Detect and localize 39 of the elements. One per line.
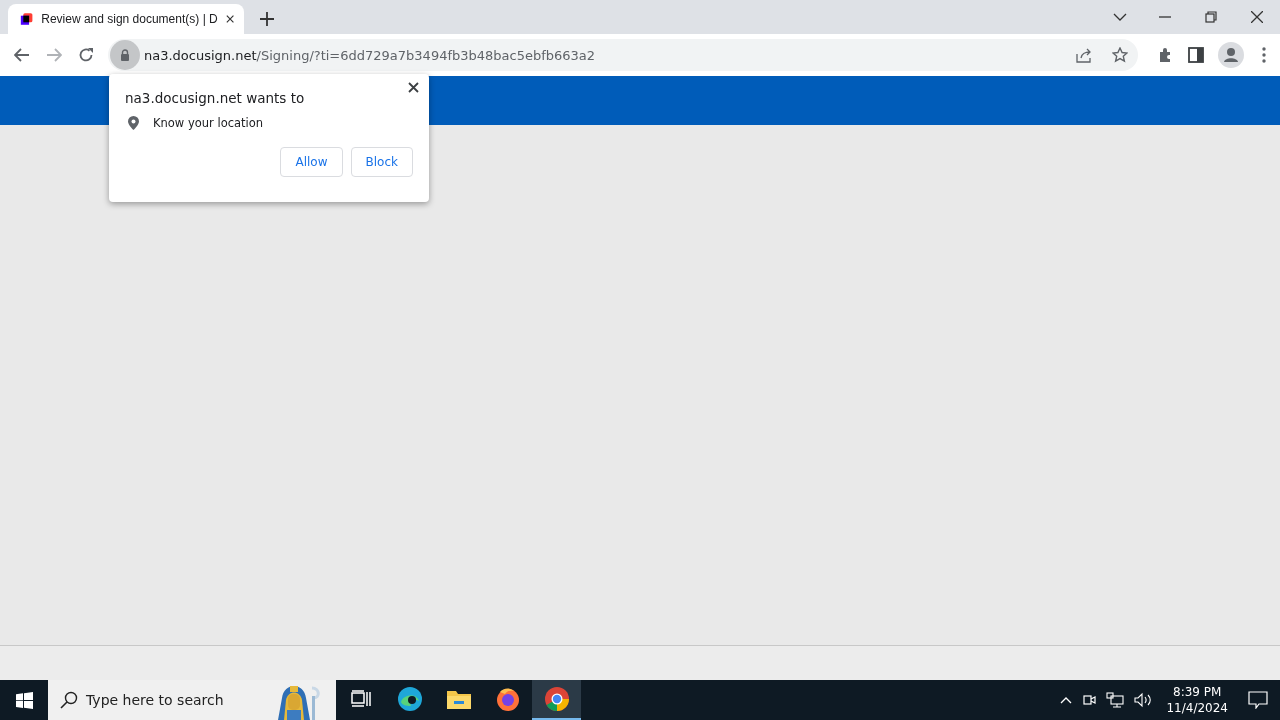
permission-request: Know your location xyxy=(153,116,264,130)
windows-logo-icon xyxy=(15,691,33,709)
restore-icon[interactable] xyxy=(1205,11,1217,23)
profile-avatar-icon[interactable] xyxy=(1218,42,1244,68)
search-icon xyxy=(60,691,78,709)
reload-icon[interactable] xyxy=(78,47,94,63)
taskbar-search-field[interactable]: Type here to search xyxy=(48,680,336,720)
location-pin-icon xyxy=(128,116,139,130)
show-hidden-icons-icon[interactable] xyxy=(1060,696,1073,704)
close-icon xyxy=(408,82,419,93)
volume-icon[interactable] xyxy=(1134,692,1153,708)
camera-icon[interactable] xyxy=(1082,692,1097,708)
popup-title: na3.docusign.net wants to xyxy=(125,90,306,106)
firefox-icon xyxy=(494,686,521,712)
side-panel-icon[interactable] xyxy=(1188,47,1204,63)
taskbar-app-button[interactable] xyxy=(532,680,581,720)
chrome-icon xyxy=(543,686,570,712)
share-icon[interactable] xyxy=(1076,47,1092,63)
popup-button[interactable]: Allow xyxy=(280,147,343,177)
task-view-icon xyxy=(350,690,371,708)
folder-icon xyxy=(445,688,472,710)
edge-browser-icon xyxy=(396,686,423,712)
network-icon[interactable] xyxy=(1106,692,1125,708)
notifications-icon[interactable] xyxy=(1248,691,1268,709)
site-info-button[interactable] xyxy=(110,40,140,70)
tab-title: Review and sign document(s) | D xyxy=(41,12,218,26)
popup-button[interactable]: Block xyxy=(350,147,413,177)
browser-tab[interactable]: Review and sign document(s) | D xyxy=(8,4,244,34)
close-tab-icon[interactable] xyxy=(225,14,234,24)
tab-search-icon[interactable] xyxy=(1113,13,1127,21)
close-window-icon[interactable] xyxy=(1251,11,1263,23)
taskbar-clock[interactable]: 8:39 PM 11/4/2024 xyxy=(1166,684,1228,716)
back-icon[interactable] xyxy=(14,48,30,62)
lock-icon xyxy=(120,49,130,61)
bookmark-star-icon[interactable] xyxy=(1112,47,1128,63)
docusign-logo-icon xyxy=(20,11,34,27)
new-tab-icon[interactable] xyxy=(260,12,274,26)
menu-icon[interactable] xyxy=(1262,47,1266,63)
close-button[interactable] xyxy=(408,82,419,93)
